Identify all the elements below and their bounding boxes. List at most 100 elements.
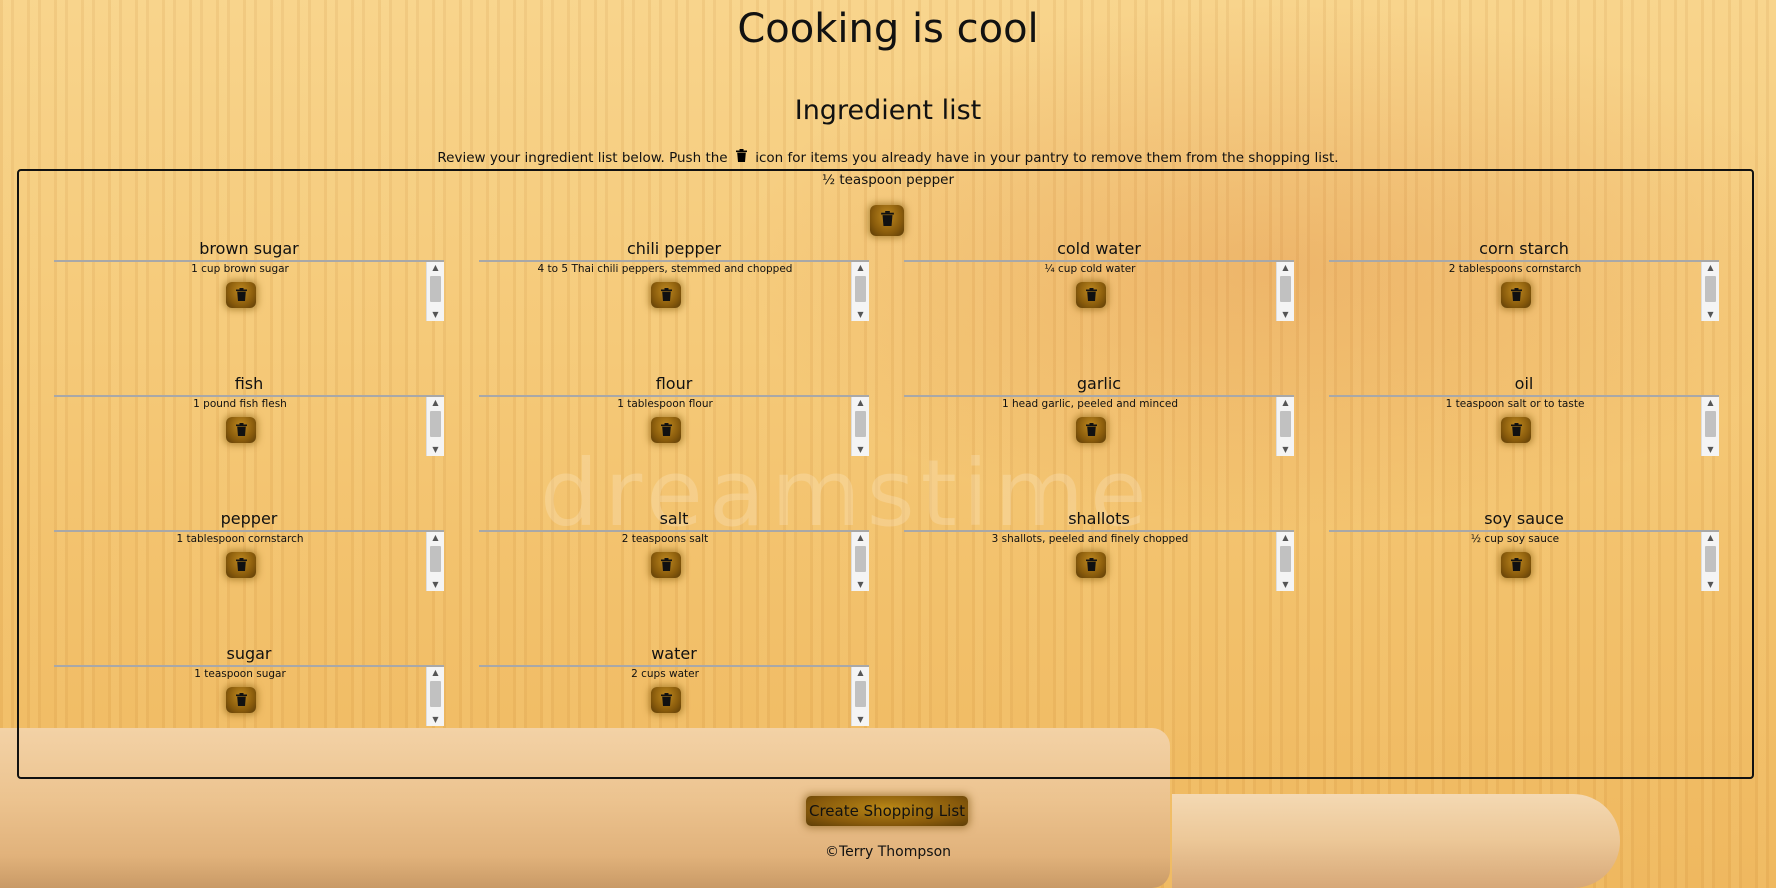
scrollbar[interactable]: ▲ ▼ [1701,262,1719,321]
ingredient-name: cold water [1057,239,1141,258]
ingredient-card: garlic 1 head garlic, peeled and minced ▲ ▼ [904,374,1294,470]
scroll-up-arrow-icon[interactable]: ▲ [427,397,444,409]
scroll-up-arrow-icon[interactable]: ▲ [1277,262,1294,274]
scrollbar-thumb[interactable] [1280,411,1291,437]
scroll-down-arrow-icon[interactable]: ▼ [852,444,869,456]
scrollbar[interactable]: ▲ ▼ [1276,532,1294,591]
create-shopping-list-button[interactable]: Create Shopping List [806,796,968,826]
remove-pantry-item-button[interactable] [870,205,904,236]
scroll-down-arrow-icon[interactable]: ▼ [427,309,444,321]
trash-icon [660,421,672,440]
scroll-down-arrow-icon[interactable]: ▼ [1277,579,1294,591]
scrollbar-thumb[interactable] [855,546,866,572]
trash-icon [235,556,247,575]
scroll-down-arrow-icon[interactable]: ▼ [852,579,869,591]
trash-icon [735,149,747,166]
ingredient-name: water [651,644,697,663]
scrollbar[interactable]: ▲ ▼ [1276,262,1294,321]
ingredient-card: water 2 cups water ▲ ▼ [479,644,869,740]
remove-ingredient-button[interactable] [1076,282,1106,308]
scroll-up-arrow-icon[interactable]: ▲ [1702,532,1719,544]
scroll-down-arrow-icon[interactable]: ▼ [427,714,444,726]
ingredient-name: brown sugar [199,239,299,258]
scrollbar[interactable]: ▲ ▼ [426,532,444,591]
ingredient-detail: 2 cups water [631,668,699,680]
scrollbar-thumb[interactable] [430,411,441,437]
remove-ingredient-button[interactable] [1076,417,1106,443]
ingredient-name: corn starch [1479,239,1569,258]
remove-ingredient-button[interactable] [226,282,256,308]
remove-ingredient-button[interactable] [1501,552,1531,578]
scrollbar-thumb[interactable] [1280,546,1291,572]
scroll-up-arrow-icon[interactable]: ▲ [852,262,869,274]
scroll-down-arrow-icon[interactable]: ▼ [852,309,869,321]
scroll-down-arrow-icon[interactable]: ▼ [427,444,444,456]
ingredient-detail: 2 teaspoons salt [621,533,709,545]
remove-ingredient-button[interactable] [226,687,256,713]
ingredient-name: garlic [1076,374,1122,393]
scroll-up-arrow-icon[interactable]: ▲ [852,532,869,544]
scroll-down-arrow-icon[interactable]: ▼ [1277,309,1294,321]
scroll-up-arrow-icon[interactable]: ▲ [852,397,869,409]
remove-ingredient-button[interactable] [651,687,681,713]
ingredient-card: salt 2 teaspoons salt ▲ ▼ [479,509,869,605]
scroll-down-arrow-icon[interactable]: ▼ [427,579,444,591]
remove-ingredient-button[interactable] [226,417,256,443]
scroll-up-arrow-icon[interactable]: ▲ [1702,397,1719,409]
remove-ingredient-button[interactable] [1501,282,1531,308]
ingredient-card: fish 1 pound fish flesh ▲ ▼ [54,374,444,470]
trash-icon [1085,286,1097,305]
scrollbar-thumb[interactable] [430,546,441,572]
scroll-up-arrow-icon[interactable]: ▲ [852,667,869,679]
trash-icon [1085,421,1097,440]
ingredient-card: sugar 1 teaspoon sugar ▲ ▼ [54,644,444,740]
scroll-up-arrow-icon[interactable]: ▲ [1702,262,1719,274]
ingredient-detail: ¼ cup cold water [1044,263,1136,275]
remove-ingredient-button[interactable] [226,552,256,578]
instructions-text-after: icon for items you already have in your … [755,150,1339,166]
trash-icon [235,691,247,710]
scrollbar[interactable]: ▲ ▼ [1276,397,1294,456]
trash-icon [1510,421,1522,440]
scroll-up-arrow-icon[interactable]: ▲ [427,532,444,544]
scrollbar-thumb[interactable] [1705,411,1716,437]
scroll-up-arrow-icon[interactable]: ▲ [1277,532,1294,544]
scrollbar-thumb[interactable] [1705,546,1716,572]
scrollbar[interactable]: ▲ ▼ [851,667,869,726]
scroll-down-arrow-icon[interactable]: ▼ [1277,444,1294,456]
scrollbar-thumb[interactable] [1280,276,1291,302]
remove-ingredient-button[interactable] [1501,417,1531,443]
scrollbar-thumb[interactable] [430,276,441,302]
scroll-up-arrow-icon[interactable]: ▲ [1277,397,1294,409]
scrollbar-thumb[interactable] [855,276,866,302]
page-subtitle: Ingredient list [794,95,982,126]
trash-icon [880,211,894,230]
trash-icon [660,691,672,710]
ingredient-card: cold water ¼ cup cold water ▲ ▼ [904,239,1294,335]
scrollbar[interactable]: ▲ ▼ [426,262,444,321]
ingredient-detail: 3 shallots, peeled and finely chopped [991,533,1189,545]
remove-ingredient-button[interactable] [651,552,681,578]
scroll-down-arrow-icon[interactable]: ▼ [1702,309,1719,321]
remove-ingredient-button[interactable] [1076,552,1106,578]
scroll-down-arrow-icon[interactable]: ▼ [1702,444,1719,456]
scrollbar[interactable]: ▲ ▼ [851,532,869,591]
scroll-down-arrow-icon[interactable]: ▼ [1702,579,1719,591]
scroll-up-arrow-icon[interactable]: ▲ [427,667,444,679]
scrollbar[interactable]: ▲ ▼ [426,667,444,726]
ingredient-name: sugar [226,644,272,663]
scrollbar[interactable]: ▲ ▼ [851,262,869,321]
scrollbar-thumb[interactable] [430,681,441,707]
scrollbar[interactable]: ▲ ▼ [1701,397,1719,456]
remove-ingredient-button[interactable] [651,417,681,443]
scrollbar-thumb[interactable] [855,681,866,707]
trash-icon [235,421,247,440]
scrollbar[interactable]: ▲ ▼ [851,397,869,456]
scrollbar[interactable]: ▲ ▼ [426,397,444,456]
scrollbar[interactable]: ▲ ▼ [1701,532,1719,591]
scroll-up-arrow-icon[interactable]: ▲ [427,262,444,274]
remove-ingredient-button[interactable] [651,282,681,308]
scrollbar-thumb[interactable] [855,411,866,437]
scrollbar-thumb[interactable] [1705,276,1716,302]
scroll-down-arrow-icon[interactable]: ▼ [852,714,869,726]
